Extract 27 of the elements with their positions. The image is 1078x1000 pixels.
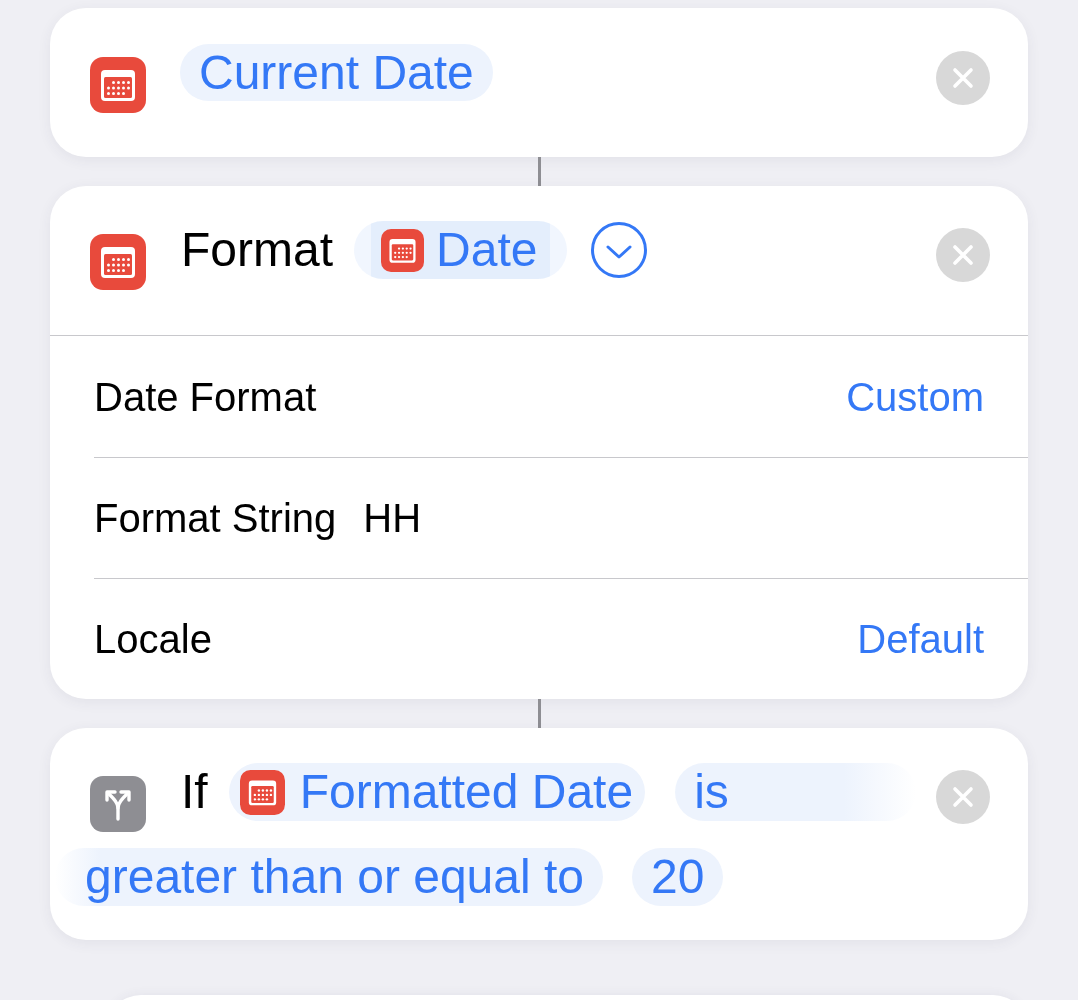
number-token[interactable]: 20 (632, 848, 724, 906)
picker-value[interactable]: Default (857, 615, 984, 663)
parameter-token[interactable]: Current Date (180, 44, 493, 101)
row-label: Format String (94, 495, 337, 542)
expand-button[interactable] (591, 222, 648, 278)
connector-line (537, 157, 541, 186)
remove-button[interactable] (936, 770, 990, 824)
calendar-icon (90, 234, 146, 290)
text-field[interactable]: HH (363, 494, 422, 542)
close-icon (952, 244, 974, 266)
picker-value[interactable]: Custom (846, 372, 984, 421)
variable-token[interactable]: Formatted Date (228, 763, 646, 821)
action-title: If (181, 764, 208, 820)
variable-token[interactable]: Date (354, 221, 568, 279)
close-icon (952, 67, 974, 89)
close-icon (952, 786, 974, 808)
calendar-icon (239, 769, 285, 815)
remove-button[interactable] (936, 228, 990, 282)
chevron-down-icon (606, 244, 633, 259)
calendar-icon (381, 228, 424, 272)
connector-line (537, 699, 541, 728)
row-label: Date Format (94, 373, 317, 421)
action-title: Format (181, 222, 333, 278)
row-label: Locale (94, 616, 212, 663)
branch-icon (90, 776, 146, 832)
remove-button[interactable] (936, 51, 990, 105)
calendar-icon (90, 57, 146, 113)
